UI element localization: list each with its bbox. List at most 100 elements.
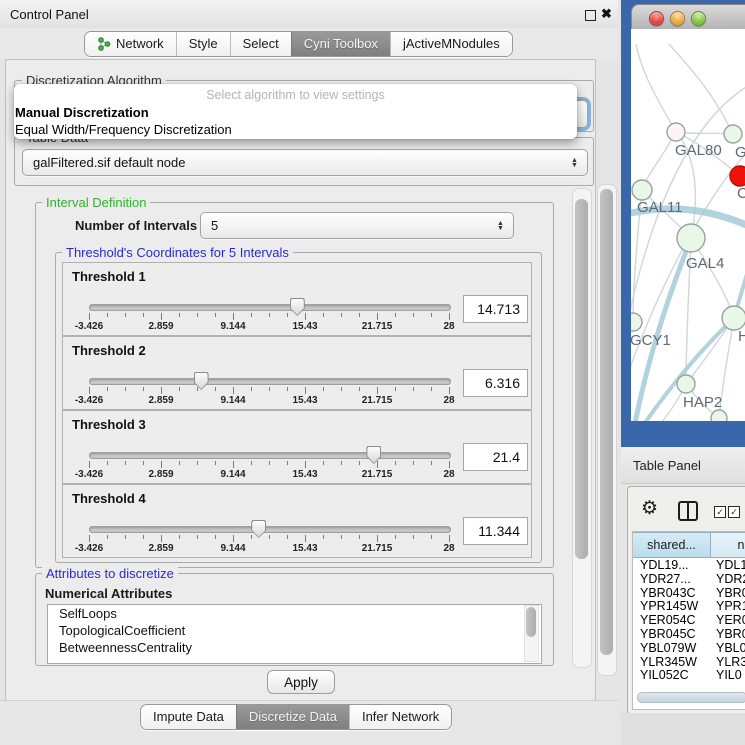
table-row[interactable]: YBL079W YBL0 bbox=[633, 641, 745, 655]
node-bottom[interactable] bbox=[711, 410, 727, 421]
threshold-value-field[interactable]: 6.316 bbox=[463, 369, 528, 397]
tick-mark bbox=[197, 535, 198, 539]
tick-mark bbox=[269, 313, 270, 317]
tab-style[interactable]: Style bbox=[176, 32, 230, 56]
threshold-slider[interactable] bbox=[89, 526, 451, 533]
column-header-name[interactable]: n bbox=[710, 532, 745, 558]
tick-mark bbox=[269, 461, 270, 465]
tab-cyni-toolbox[interactable]: Cyni Toolbox bbox=[291, 32, 390, 56]
tab-network[interactable]: Network bbox=[85, 32, 176, 56]
tick-label: 15.43 bbox=[292, 395, 317, 406]
tab-discretize-data[interactable]: Discretize Data bbox=[236, 705, 349, 729]
algorithm-option-manual[interactable]: Manual Discretization bbox=[15, 105, 149, 120]
numerical-attributes-list[interactable]: SelfLoopsTopologicalCoefficientBetweenne… bbox=[47, 604, 542, 664]
threshold-label: Threshold 1 bbox=[72, 269, 146, 284]
tick-mark bbox=[197, 387, 198, 391]
node-table[interactable]: shared... n YDL19...YDL1YDR27...YDR2YBR0… bbox=[632, 531, 745, 710]
float-window-icon[interactable] bbox=[585, 10, 596, 21]
tick-label: 28 bbox=[443, 469, 454, 480]
tick-mark bbox=[161, 313, 162, 320]
node-label-hap2: HAP2 bbox=[683, 394, 722, 411]
algorithm-option-equal-width[interactable]: Equal Width/Frequency Discretization bbox=[15, 122, 232, 137]
tick-label: 21.715 bbox=[362, 395, 393, 406]
tick-mark bbox=[125, 387, 126, 391]
list-scrollbar[interactable] bbox=[524, 605, 539, 662]
tick-mark bbox=[323, 313, 324, 317]
threshold-value-field[interactable]: 14.713 bbox=[463, 295, 528, 323]
num-intervals-combobox[interactable]: 5 ▲▼ bbox=[200, 212, 514, 239]
list-scrollbar-thumb[interactable] bbox=[526, 607, 536, 637]
tick-label: 28 bbox=[443, 395, 454, 406]
table-row[interactable]: YER054CYER0 bbox=[633, 613, 745, 627]
tick-mark bbox=[449, 535, 450, 542]
minimize-traffic-light-icon[interactable] bbox=[670, 11, 685, 26]
threshold-value-field[interactable]: 11.344 bbox=[463, 517, 528, 545]
thresholds-group-label: Threshold's Coordinates for 5 Intervals bbox=[62, 246, 293, 259]
table-row[interactable]: YIL052CYIL0 bbox=[633, 668, 745, 682]
node-hap2[interactable] bbox=[677, 375, 695, 393]
threshold-value-field[interactable]: 21.4 bbox=[463, 443, 528, 471]
network-canvas[interactable]: GAL80 GA C GAL11 GAL4 GCY1 H HAP2 bbox=[631, 29, 745, 421]
node-gal11[interactable] bbox=[632, 180, 652, 200]
tab-select[interactable]: Select bbox=[230, 32, 291, 56]
right-footer-area bbox=[621, 713, 745, 745]
tick-mark bbox=[251, 461, 252, 465]
threshold-slider[interactable] bbox=[89, 378, 451, 385]
algorithm-hint-text: Select algorithm to view settings bbox=[14, 88, 577, 102]
close-icon[interactable]: ✖ bbox=[601, 6, 612, 22]
tick-mark bbox=[341, 387, 342, 391]
tab-jactivemnodules[interactable]: jActiveMNodules bbox=[390, 32, 512, 56]
node-red-selected[interactable] bbox=[730, 166, 745, 186]
gear-icon[interactable]: ⚙︎ bbox=[641, 499, 658, 518]
panel-scrollbar[interactable] bbox=[597, 184, 617, 676]
tick-mark bbox=[323, 535, 324, 539]
checkbox-icon[interactable]: ✓ bbox=[728, 506, 740, 518]
tick-mark bbox=[287, 387, 288, 391]
column-header-shared[interactable]: shared... bbox=[632, 532, 711, 558]
close-traffic-light-icon[interactable] bbox=[649, 11, 664, 26]
tab-impute-data[interactable]: Impute Data bbox=[141, 705, 236, 729]
tick-mark bbox=[449, 387, 450, 394]
node-partial-top[interactable] bbox=[724, 125, 742, 143]
tick-mark bbox=[143, 387, 144, 391]
table-data-combobox[interactable]: galFiltered.sif default node ▲▼ bbox=[22, 149, 588, 176]
zoom-traffic-light-icon[interactable] bbox=[691, 11, 706, 26]
tab-jactivemnodules-label: jActiveMNodules bbox=[403, 36, 500, 51]
interval-definition-label: Interval Definition bbox=[42, 196, 150, 209]
panel-scrollbar-thumb[interactable] bbox=[600, 189, 613, 655]
tick-mark bbox=[377, 313, 378, 320]
threshold-slider[interactable] bbox=[89, 304, 451, 311]
attributes-group-label: Attributes to discretize bbox=[42, 567, 178, 580]
tab-infer-network[interactable]: Infer Network bbox=[349, 705, 451, 729]
cell-name: YBL0 bbox=[716, 641, 745, 655]
table-row[interactable]: YBR043CYBR0 bbox=[633, 586, 745, 600]
table-row[interactable]: YDR27...YDR2 bbox=[633, 572, 745, 586]
columns-icon[interactable] bbox=[678, 501, 698, 521]
tick-mark bbox=[449, 313, 450, 320]
table-row[interactable]: YLR345WYLR3 bbox=[633, 655, 745, 669]
tab-infer-network-label: Infer Network bbox=[362, 709, 439, 724]
table-horizontal-scrollbar[interactable] bbox=[637, 692, 745, 703]
content-scrollbar-thumb[interactable] bbox=[575, 199, 588, 559]
checkbox-icon[interactable]: ✓ bbox=[714, 506, 726, 518]
table-row[interactable]: YPR145WYPR1 bbox=[633, 599, 745, 613]
node-partial-right[interactable] bbox=[722, 306, 745, 330]
threshold-slider[interactable] bbox=[89, 452, 451, 459]
attribute-list-item[interactable]: SelfLoops bbox=[48, 605, 541, 622]
content-scrollbar[interactable] bbox=[572, 188, 592, 668]
node-gcy1[interactable] bbox=[631, 313, 642, 331]
tick-mark bbox=[377, 387, 378, 394]
node-gal4[interactable] bbox=[677, 224, 705, 252]
table-data-combobox-value: galFiltered.sif default node bbox=[23, 155, 570, 170]
table-row[interactable]: YDL19...YDL1 bbox=[633, 558, 745, 572]
attribute-list-item[interactable]: BetweennessCentrality bbox=[48, 639, 541, 656]
tick-mark bbox=[431, 461, 432, 465]
cell-shared-name: YLR345W bbox=[640, 655, 697, 669]
attribute-list-item[interactable]: TopologicalCoefficient bbox=[48, 622, 541, 639]
cell-shared-name: YBL079W bbox=[640, 641, 696, 655]
apply-button[interactable]: Apply bbox=[267, 670, 335, 694]
table-row[interactable]: YBR045CYBR0 bbox=[633, 627, 745, 641]
node-gal80[interactable] bbox=[667, 123, 685, 141]
tick-mark bbox=[395, 313, 396, 317]
tick-mark bbox=[305, 313, 306, 320]
